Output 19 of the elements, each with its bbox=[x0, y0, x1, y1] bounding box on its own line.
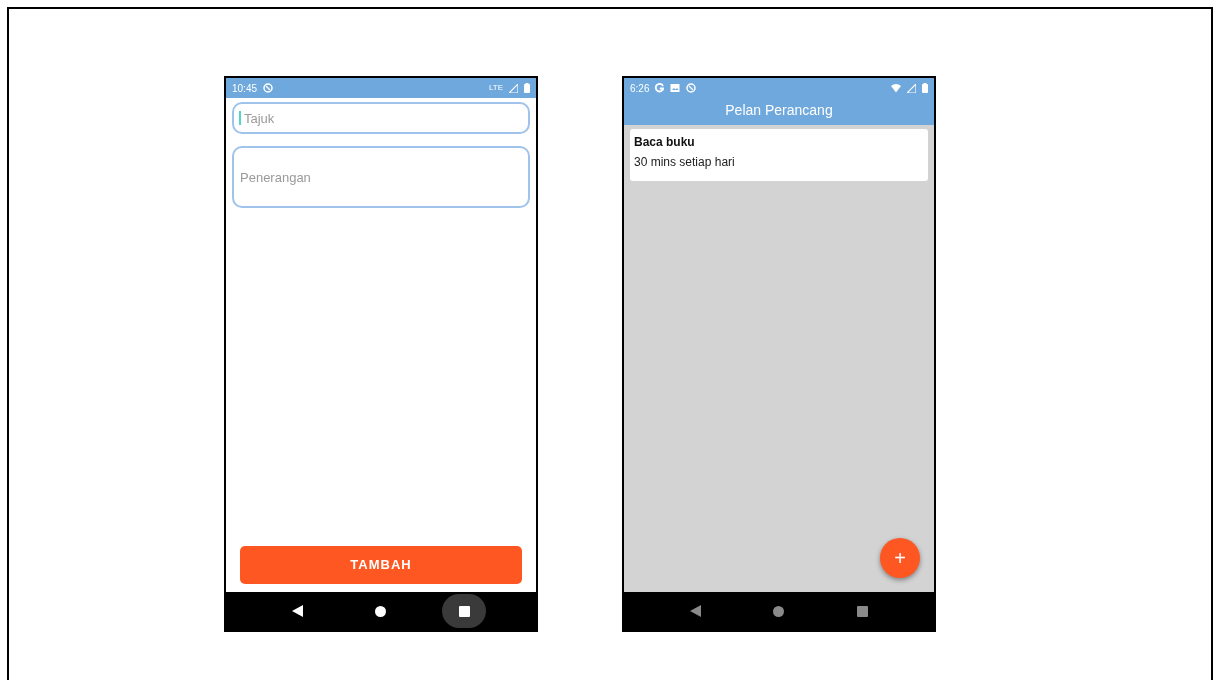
title-field[interactable]: Tajuk bbox=[232, 102, 530, 134]
plan-title: Baca buku bbox=[634, 134, 696, 151]
signal-icon bbox=[509, 83, 518, 93]
status-time: 6:26 bbox=[630, 81, 650, 96]
battery-icon bbox=[524, 83, 530, 93]
wifi-icon bbox=[891, 83, 901, 93]
image-icon bbox=[670, 83, 681, 93]
network-label: LTE bbox=[488, 82, 503, 94]
add-button[interactable]: TAMBAH bbox=[240, 546, 522, 584]
letter-g-icon bbox=[655, 83, 665, 93]
description-field[interactable]: Penerangan bbox=[232, 146, 530, 208]
plan-card[interactable]: Baca buku 30 mins setiap hari bbox=[630, 129, 928, 181]
recents-icon[interactable] bbox=[442, 594, 487, 628]
plan-description: 30 mins setiap hari bbox=[634, 154, 736, 171]
signal-icon bbox=[907, 83, 916, 93]
add-button[interactable]: + bbox=[880, 538, 920, 578]
app-title: Pelan Perancang bbox=[624, 98, 934, 125]
status-time: 10:45 bbox=[232, 81, 258, 96]
battery-icon bbox=[922, 83, 928, 93]
